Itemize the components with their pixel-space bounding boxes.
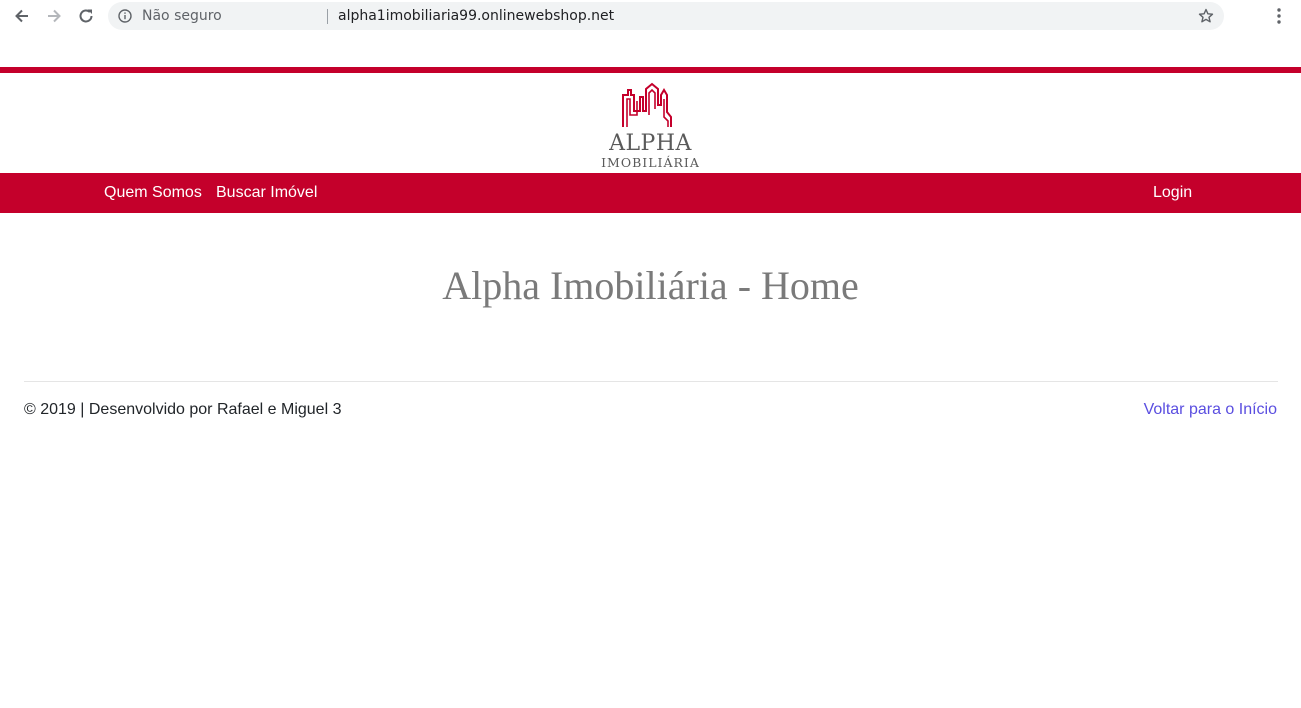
info-icon[interactable] [118,9,132,28]
not-secure-label: Não seguro [142,8,222,24]
site-logo[interactable]: ALPHA IMOBILIÁRIA [600,77,701,171]
reload-icon[interactable] [75,5,97,27]
logo-wordmark: ALPHA [609,131,692,156]
logo-subword: IMOBILIÁRIA [601,155,700,170]
page-title: Alpha Imobiliária - Home [442,263,859,308]
back-to-home-link[interactable]: Voltar para o Início [1144,401,1277,419]
star-icon[interactable] [1198,8,1214,29]
nav-buscar-imovel[interactable]: Buscar Imóvel [216,184,317,202]
forward-arrow-icon[interactable] [43,5,65,27]
site-header: ALPHA IMOBILIÁRIA [0,73,1301,173]
building-logo-icon [622,82,672,127]
nav-login[interactable]: Login [1153,184,1192,202]
url-text[interactable]: alpha1imobiliaria99.onlinewebshop.net [338,8,614,24]
address-bar[interactable]: Não seguro alpha1imobiliaria99.onlineweb… [108,2,1224,30]
back-arrow-icon[interactable] [11,5,33,27]
footer-divider [24,381,1278,382]
browser-toolbar: Não seguro alpha1imobiliaria99.onlineweb… [0,0,1301,33]
main-navbar: Quem Somos Buscar Imóvel Login [0,173,1301,213]
nav-quem-somos[interactable]: Quem Somos [104,184,202,202]
omnibox-separator [327,9,328,24]
menu-dots-icon[interactable] [1271,7,1287,30]
footer-copyright: © 2019 | Desenvolvido por Rafael e Migue… [24,401,342,418]
